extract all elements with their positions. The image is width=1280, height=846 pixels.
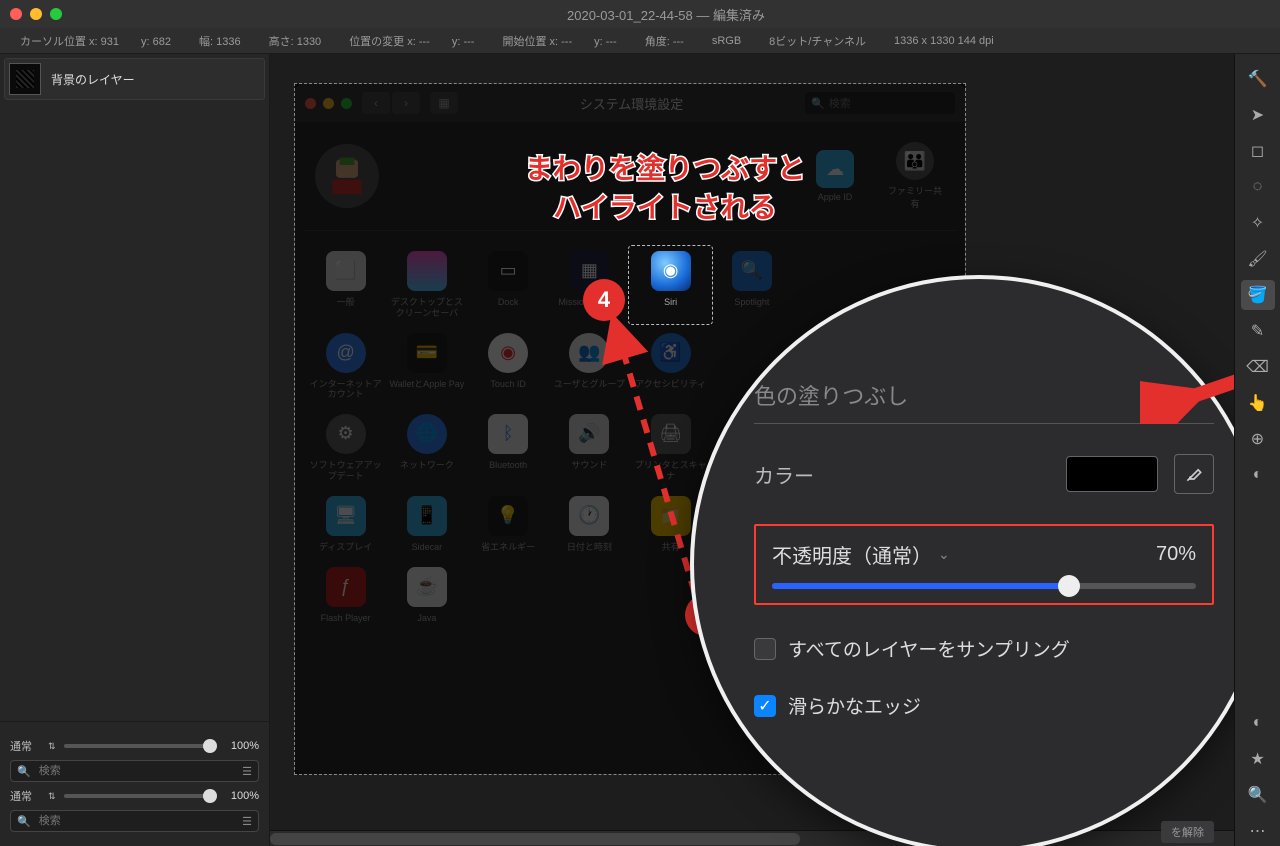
zoom-window-button[interactable]	[50, 8, 62, 20]
start-position: 開始位置 x: --- y: ---	[502, 33, 616, 49]
grid-icon: ▦	[430, 92, 458, 114]
chevron-down-icon[interactable]: ⌄	[938, 546, 950, 563]
window-title: 2020-03-01_22-44-58 — 編集済み	[62, 5, 1270, 24]
color-picker-tool-icon[interactable]: ◐	[1241, 460, 1275, 490]
opacity-section-highlighted: 不透明度（通常） ⌄ 70%	[754, 524, 1214, 605]
layer-search-input-2[interactable]	[37, 814, 236, 828]
sample-all-layers-checkbox[interactable]	[754, 638, 776, 660]
layer-name: 背景のレイヤー	[51, 71, 135, 88]
bit-depth: 8ビット/チャンネル	[769, 33, 866, 49]
opacity-value: 100%	[225, 740, 259, 752]
fill-value: 100%	[225, 790, 259, 802]
arrow-tool-icon[interactable]: ➤	[1241, 100, 1275, 130]
syswin-search: 🔍検索	[805, 92, 955, 114]
doc-width: 幅: 1336	[199, 33, 241, 49]
close-window-button[interactable]	[10, 8, 22, 20]
minimize-window-button[interactable]	[30, 8, 42, 20]
fill-slider[interactable]	[64, 794, 217, 798]
eraser-tool-icon[interactable]: ⌫	[1241, 352, 1275, 382]
back-button: ‹	[362, 92, 390, 114]
search-icon: 🔍	[17, 765, 31, 778]
smooth-edges-label: 滑らかなエッジ	[788, 692, 921, 719]
info-bar: カーソル位置 x: 931 y: 682 幅: 1336 高さ: 1330 位置…	[0, 28, 1280, 54]
lasso-tool-icon[interactable]: ◌	[1241, 172, 1275, 202]
forward-button: ›	[392, 92, 420, 114]
brush-tool-icon[interactable]: 🖌	[1241, 244, 1275, 274]
opacity-label[interactable]: 不透明度（通常）	[772, 540, 932, 569]
colorspace: sRGB	[712, 35, 741, 47]
doc-height: 高さ: 1330	[269, 33, 322, 49]
layer-search[interactable]: 🔍 ☰	[10, 760, 259, 782]
favorites-icon[interactable]: ★	[1241, 744, 1275, 774]
angle: 角度: ---	[645, 33, 684, 49]
layers-panel: 背景のレイヤー 通常 ⇅ 100% 🔍 ☰ 通常 ⇅ 100% 🔍	[0, 54, 270, 846]
color-label: カラー	[754, 460, 1050, 489]
sample-all-label: すべてのレイヤーをサンプリング	[788, 635, 1070, 662]
layer-thumbnail	[9, 63, 41, 95]
apple-id-tile: ☁Apple ID	[805, 150, 865, 202]
family-tile: 👪ファミリー共有	[885, 142, 945, 210]
stepper-icon[interactable]: ⇅	[48, 791, 56, 802]
opacity-value[interactable]: 70%	[1156, 543, 1196, 566]
smooth-edges-checkbox[interactable]	[754, 695, 776, 717]
pencil-tool-icon[interactable]: ✎	[1241, 316, 1275, 346]
annotation-arrow	[1140, 284, 1234, 424]
color-swatch-icon[interactable]: ◐	[1241, 708, 1275, 738]
layer-search-input[interactable]	[37, 764, 236, 778]
marquee-tool-icon[interactable]: ◻	[1241, 136, 1275, 166]
horizontal-scrollbar[interactable]	[270, 830, 1234, 846]
magic-wand-tool-icon[interactable]: ✧	[1241, 208, 1275, 238]
avatar	[315, 144, 379, 208]
deselect-button[interactable]: を解除	[1161, 821, 1214, 843]
tool-gavel-icon[interactable]: 🔨	[1241, 64, 1275, 94]
color-swatch[interactable]	[1066, 456, 1158, 492]
filter-icon[interactable]: ☰	[242, 765, 252, 778]
blend-mode-select[interactable]: 通常	[10, 738, 40, 754]
paint-bucket-tool-icon[interactable]: 🪣	[1241, 280, 1275, 310]
layer-search-2[interactable]: 🔍 ☰	[10, 810, 259, 832]
canvas-area[interactable]: ‹ › ▦ システム環境設定 🔍検索 ☁Apple ID 👪ファミリー共有	[270, 54, 1234, 846]
tool-sidebar: 🔨 ➤ ◻ ◌ ✧ 🖌 🪣 ✎ ⌫ 👆 ⊕ ◐ ◐ ★ 🔍 ⋯	[1234, 54, 1280, 846]
siri-tile-highlighted: ◉Siri	[630, 247, 711, 323]
layer-row[interactable]: 背景のレイヤー	[4, 58, 265, 100]
clone-tool-icon[interactable]: ⊕	[1241, 424, 1275, 454]
blend-mode-select-2[interactable]: 通常	[10, 788, 40, 804]
position-delta: 位置の変更 x: --- y: ---	[349, 33, 474, 49]
more-icon[interactable]: ⋯	[1241, 816, 1275, 846]
opacity-slider[interactable]	[64, 744, 217, 748]
dimensions-dpi: 1336 x 1330 144 dpi	[894, 35, 994, 47]
eyedropper-button[interactable]	[1174, 454, 1214, 494]
search-icon: 🔍	[17, 815, 31, 828]
syswin-title: システム環境設定	[468, 94, 795, 113]
cursor-position: カーソル位置 x: 931 y: 682	[20, 33, 171, 49]
opacity-slider[interactable]	[772, 583, 1196, 589]
smudge-tool-icon[interactable]: 👆	[1241, 388, 1275, 418]
stepper-icon[interactable]: ⇅	[48, 741, 56, 752]
titlebar: 2020-03-01_22-44-58 — 編集済み	[0, 0, 1280, 28]
filter-icon[interactable]: ☰	[242, 815, 252, 828]
zoom-tool-icon[interactable]: 🔍	[1241, 780, 1275, 810]
